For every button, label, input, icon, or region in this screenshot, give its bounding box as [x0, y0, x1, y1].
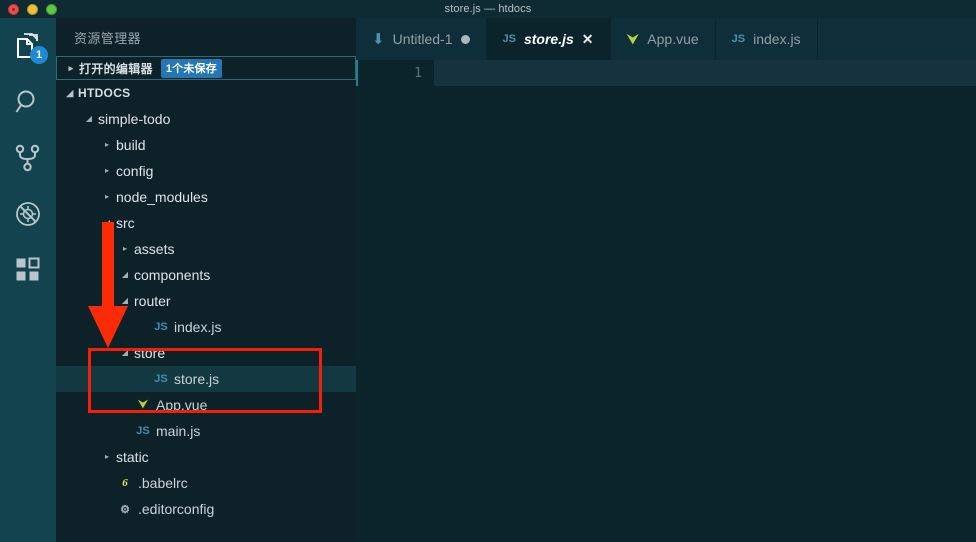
editor-tab-app-vue[interactable]: ⮟ App.vue — [611, 18, 716, 60]
tree-folder-assets[interactable]: ▸ assets — [56, 236, 356, 262]
tree-item-label: store — [134, 345, 166, 361]
title-bar: store.js — htdocs — [0, 0, 976, 18]
tree-file-store-js[interactable]: JS store.js — [56, 366, 356, 392]
chevron-down-icon: ◢ — [66, 87, 74, 98]
tree-item-label: simple-todo — [98, 111, 171, 127]
unsaved-count-badge: 1个未保存 — [160, 58, 222, 78]
chevron-right-icon: ▸ — [104, 192, 109, 201]
tree-item-label: build — [116, 137, 146, 153]
activity-item-debug[interactable] — [0, 186, 56, 242]
close-window-button[interactable] — [8, 4, 19, 15]
activity-item-explorer[interactable]: 1 — [0, 18, 56, 74]
tree-item-label: assets — [134, 241, 175, 257]
code-editor[interactable]: 1 — [356, 60, 976, 542]
tree-item-label: static — [116, 449, 149, 465]
tree-file-editorconfig[interactable]: ⚙ .editorconfig — [56, 496, 356, 522]
tree-item-label: main.js — [156, 423, 201, 439]
download-icon: ⬇ — [372, 31, 385, 48]
tree-item-label: .editorconfig — [138, 501, 215, 517]
js-icon: JS — [136, 425, 150, 437]
editor-tab-bar: ⬇ Untitled-1 JS store.js ✕ ⮟ App.vue JS index.js — [356, 18, 976, 60]
minimize-window-button[interactable] — [27, 4, 38, 15]
js-icon: JS — [154, 321, 168, 333]
tab-label: store.js — [523, 31, 574, 47]
activity-bar: 1 — [0, 18, 56, 542]
tree-folder-components[interactable]: ◢ components — [56, 262, 356, 288]
file-tree: ◢ simple-todo ▸ build ▸ config ▸ node_modules ◢ s… — [56, 106, 356, 522]
editor-tab-index-js[interactable]: JS index.js — [716, 18, 818, 60]
tab-close-icon[interactable]: ✕ — [582, 31, 594, 48]
editor-tab-store-js[interactable]: JS store.js ✕ — [486, 18, 611, 60]
chevron-down-icon: ◢ — [121, 296, 129, 305]
vue-icon: ⮟ — [138, 398, 148, 411]
window-controls[interactable] — [8, 4, 57, 15]
debug-icon — [14, 200, 42, 228]
chevron-down-icon: ◢ — [121, 348, 129, 357]
line-number: 1 — [414, 65, 422, 81]
chevron-down-icon: ◢ — [103, 218, 111, 227]
open-editors-label: 打开的编辑器 — [79, 61, 153, 76]
tree-folder-router[interactable]: ◢ router — [56, 288, 356, 314]
chevron-down-icon: ◢ — [85, 114, 93, 123]
section-workspace-htdocs[interactable]: ◢ HTDOCS — [56, 80, 356, 106]
tree-item-label: components — [134, 267, 211, 283]
editor-area: ⬇ Untitled-1 JS store.js ✕ ⮟ App.vue JS index.js… — [356, 18, 976, 542]
tab-label: Untitled-1 — [392, 31, 453, 47]
tree-folder-node-modules[interactable]: ▸ node_modules — [56, 184, 356, 210]
gear-icon: ⚙ — [120, 503, 130, 516]
explorer-badge: 1 — [30, 46, 48, 64]
tree-item-label: .babelrc — [138, 475, 188, 491]
tree-item-label: config — [116, 163, 154, 179]
tree-folder-store[interactable]: ◢ store — [56, 340, 356, 366]
chevron-right-icon: ▸ — [122, 244, 127, 253]
chevron-right-icon: ▸ — [104, 452, 109, 461]
explorer-sidebar: 资源管理器 ▸ 打开的编辑器 1个未保存 ◢ HTDOCS ◢ simple-to… — [56, 18, 356, 542]
editor-caret — [356, 60, 358, 86]
extensions-icon — [15, 257, 41, 283]
sidebar-title: 资源管理器 — [74, 30, 142, 46]
js-icon: JS — [154, 373, 168, 385]
activity-item-source-control[interactable] — [0, 130, 56, 186]
editor-gutter: 1 — [356, 60, 434, 542]
tree-item-label: router — [134, 293, 171, 309]
maximize-window-button[interactable] — [46, 4, 57, 15]
activity-item-extensions[interactable] — [0, 242, 56, 298]
js-icon: JS — [502, 33, 516, 45]
tree-item-label: src — [116, 215, 135, 231]
vue-icon: ⮟ — [626, 30, 640, 48]
tree-folder-simple-todo[interactable]: ◢ simple-todo — [56, 106, 356, 132]
tree-item-label: index.js — [174, 319, 222, 335]
editor-tab-untitled-1[interactable]: ⬇ Untitled-1 — [356, 18, 487, 60]
chevron-down-icon: ◢ — [121, 270, 129, 279]
section-open-editors[interactable]: ▸ 打开的编辑器 1个未保存 — [56, 56, 356, 80]
chevron-right-icon: ▸ — [104, 140, 109, 149]
chevron-right-icon: ▸ — [68, 62, 74, 73]
tree-file-main-js[interactable]: JS main.js — [56, 418, 356, 444]
tab-label: index.js — [753, 31, 801, 47]
tree-folder-build[interactable]: ▸ build — [56, 132, 356, 158]
tree-file-babelrc[interactable]: 6 .babelrc — [56, 470, 356, 496]
window-title: store.js — htdocs — [444, 3, 532, 15]
search-icon — [14, 88, 42, 116]
tree-folder-src[interactable]: ◢ src — [56, 210, 356, 236]
tab-dirty-indicator[interactable] — [460, 34, 470, 44]
activity-item-search[interactable] — [0, 74, 56, 130]
source-control-icon — [15, 144, 41, 172]
tree-item-label: store.js — [174, 371, 220, 387]
tab-label: App.vue — [647, 31, 699, 47]
tree-file-index-js[interactable]: JS index.js — [56, 314, 356, 340]
workspace-label: HTDOCS — [78, 86, 131, 100]
tab-bar-empty-space — [817, 18, 976, 60]
current-line-highlight — [434, 60, 976, 86]
tree-folder-static[interactable]: ▸ static — [56, 444, 356, 470]
chevron-right-icon: ▸ — [104, 166, 109, 175]
tree-item-label: App.vue — [156, 397, 208, 413]
babel-icon: 6 — [122, 477, 128, 489]
js-icon: JS — [731, 33, 746, 45]
tree-file-app-vue[interactable]: ⮟ App.vue — [56, 392, 356, 418]
tree-item-label: node_modules — [116, 189, 208, 205]
tree-folder-config[interactable]: ▸ config — [56, 158, 356, 184]
vscode-window: store.js — htdocs 1 资源管理器 ▸ 打开的编辑器 1个未保存… — [0, 0, 976, 542]
